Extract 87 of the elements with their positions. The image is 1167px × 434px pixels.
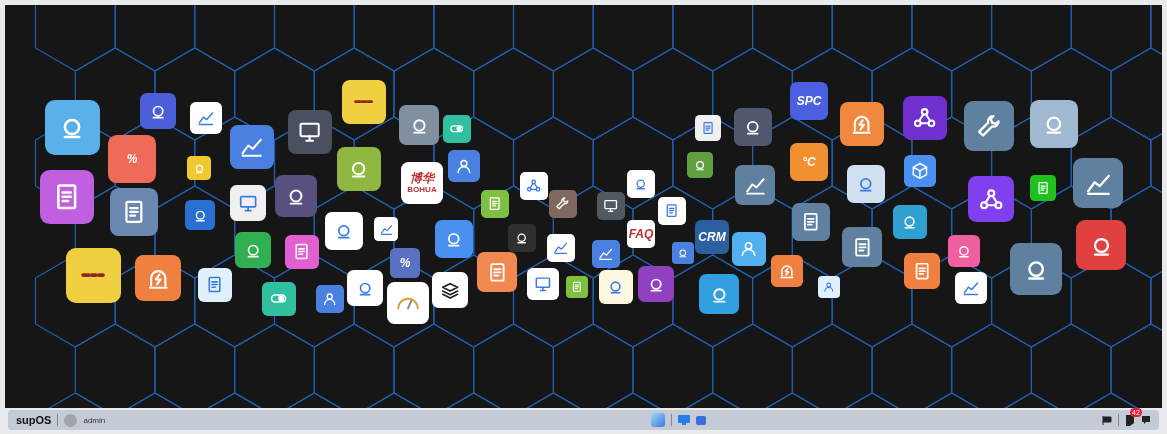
app-icon[interactable] xyxy=(337,147,381,191)
wrench-app-icon[interactable] xyxy=(549,190,577,218)
app-icon[interactable] xyxy=(699,274,739,314)
app-icon[interactable] xyxy=(508,224,536,252)
app-icon[interactable] xyxy=(140,93,176,129)
chart-app-icon[interactable] xyxy=(190,102,222,134)
document-app-icon[interactable] xyxy=(110,188,158,236)
document-app-icon[interactable] xyxy=(40,170,94,224)
document-app-icon[interactable] xyxy=(285,235,319,269)
app-icon[interactable] xyxy=(638,266,674,302)
person-app-icon[interactable] xyxy=(818,276,840,298)
app-tile[interactable]: SPC xyxy=(790,82,828,120)
app-icon[interactable] xyxy=(599,270,633,304)
app-tile[interactable]: FAQ xyxy=(627,220,655,248)
chat-icon[interactable] xyxy=(1141,415,1151,425)
logo[interactable]: supOS xyxy=(16,414,52,426)
document-app-icon[interactable] xyxy=(658,197,686,225)
bar-app-icon[interactable] xyxy=(342,80,386,124)
monitor-app-icon[interactable] xyxy=(288,110,332,154)
document-app-icon[interactable] xyxy=(481,190,509,218)
bolt-app-icon[interactable] xyxy=(840,102,884,146)
tile-label: % xyxy=(399,256,411,270)
bar-app-icon[interactable] xyxy=(66,248,121,303)
document-app-icon[interactable] xyxy=(477,252,517,292)
monitor-app-icon[interactable] xyxy=(597,192,625,220)
gauge-app-icon[interactable] xyxy=(387,282,429,324)
monitor-app-icon[interactable] xyxy=(527,268,559,300)
app-icon[interactable] xyxy=(235,232,271,268)
network-app-icon[interactable] xyxy=(903,96,947,140)
document-app-icon[interactable] xyxy=(198,268,232,302)
app-icon[interactable] xyxy=(893,205,927,239)
app-icon[interactable] xyxy=(948,235,980,267)
app-icon[interactable] xyxy=(325,212,363,250)
tile-label: °C xyxy=(802,155,816,169)
window-icon[interactable] xyxy=(696,415,707,425)
wrench-app-icon[interactable] xyxy=(964,101,1014,151)
chart-app-icon[interactable] xyxy=(230,125,274,169)
chart-app-icon[interactable] xyxy=(592,240,620,268)
person-app-icon[interactable] xyxy=(732,232,766,266)
app-icon[interactable] xyxy=(672,242,694,264)
app-icon[interactable] xyxy=(45,100,100,155)
app-tile[interactable]: % xyxy=(108,135,156,183)
monitor-icon[interactable] xyxy=(678,415,691,425)
layers-app-icon[interactable] xyxy=(432,272,468,308)
document-app-icon[interactable] xyxy=(904,253,940,289)
cube-app-icon[interactable] xyxy=(904,155,936,187)
notification-icon[interactable] xyxy=(1125,414,1135,426)
bolt-app-icon[interactable] xyxy=(771,255,803,287)
app-icon[interactable] xyxy=(185,200,215,230)
toggle-app-icon[interactable] xyxy=(443,115,471,143)
app-tile[interactable]: 博华 BOHUA xyxy=(401,162,443,204)
app-tile[interactable]: CRM xyxy=(695,220,729,254)
chart-app-icon[interactable] xyxy=(1073,158,1123,208)
app-icon[interactable] xyxy=(734,108,772,146)
toggle-app-icon[interactable] xyxy=(262,282,296,316)
bolt-app-icon[interactable] xyxy=(135,255,181,301)
app-icon[interactable] xyxy=(627,170,655,198)
chart-app-icon[interactable] xyxy=(547,234,575,262)
person-app-icon[interactable] xyxy=(448,150,480,182)
app-icon[interactable] xyxy=(435,220,473,258)
app-icon[interactable] xyxy=(347,270,383,306)
app-icon[interactable] xyxy=(687,152,713,178)
chart-app-icon[interactable] xyxy=(955,272,987,304)
tile-label: SPC xyxy=(796,94,822,108)
tile-label: FAQ xyxy=(628,227,654,241)
user-name[interactable]: admin xyxy=(83,415,106,425)
document-app-icon[interactable] xyxy=(792,203,830,241)
app-tile[interactable]: % xyxy=(390,248,420,278)
app-icon[interactable] xyxy=(1076,220,1126,270)
tile-label: 博华 xyxy=(410,172,434,185)
document-app-icon[interactable] xyxy=(842,227,882,267)
document-app-icon[interactable] xyxy=(1030,175,1056,201)
tile-label: % xyxy=(126,152,138,166)
chart-app-icon[interactable] xyxy=(735,165,775,205)
network-app-icon[interactable] xyxy=(968,176,1014,222)
app-icon[interactable] xyxy=(275,175,317,217)
app-icon[interactable] xyxy=(1010,243,1062,295)
monitor-app-icon[interactable] xyxy=(230,185,266,221)
document-app-icon[interactable] xyxy=(566,276,588,298)
app-icon[interactable] xyxy=(187,156,211,180)
person-app-icon[interactable] xyxy=(316,285,344,313)
tile-label: BOHUA xyxy=(407,185,437,194)
app-icon[interactable] xyxy=(1030,100,1078,148)
network-app-icon[interactable] xyxy=(520,172,548,200)
tile-label: CRM xyxy=(698,230,726,244)
app-icon[interactable] xyxy=(399,105,439,145)
flag-icon[interactable] xyxy=(1102,415,1112,425)
